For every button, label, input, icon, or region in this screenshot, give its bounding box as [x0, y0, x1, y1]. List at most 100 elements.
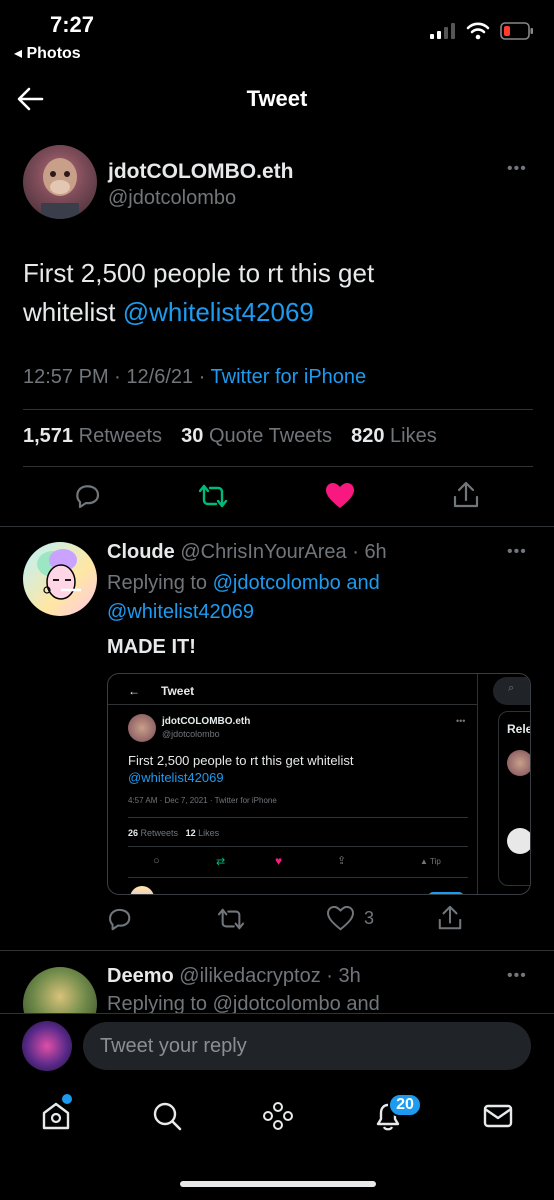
replying-to: Replying to @jdotcolombo and @whitelist4…	[107, 569, 380, 627]
embed-reply-icon: ○	[153, 855, 160, 867]
mail-icon	[483, 1104, 513, 1128]
divider	[23, 409, 533, 410]
page-title: Tweet	[246, 86, 308, 111]
embed-side-label: Rele	[507, 722, 531, 736]
share-icon	[438, 905, 462, 930]
retweet-icon	[217, 908, 245, 930]
tab-spaces[interactable]	[262, 1100, 294, 1132]
reply-handle[interactable]: @ChrisInYourArea	[180, 541, 346, 563]
tab-search[interactable]	[151, 1100, 183, 1132]
embed-text: First 2,500 people to rt this get whitel…	[128, 753, 354, 768]
heart-filled-icon	[326, 483, 354, 508]
reply-input[interactable]: Tweet your reply	[83, 1022, 531, 1070]
tweet-mention-link[interactable]: @whitelist42069	[123, 297, 314, 327]
notifications-badge-count: 20	[396, 1096, 414, 1113]
embed-handle: @jdotcolombo	[162, 729, 220, 739]
more-options-icon[interactable]: •••	[507, 160, 527, 178]
embed-side-avatar-1	[507, 750, 530, 776]
ape-avatar-icon	[41, 158, 79, 219]
embed-divider	[128, 877, 468, 878]
tweet-text-line2: whitelist	[23, 297, 116, 327]
reply-like-button[interactable]: 3	[327, 906, 374, 931]
cartoon-avatar-icon	[37, 549, 81, 600]
embed-stats: 26 Retweets 12 Likes	[128, 828, 219, 838]
reply-header: Cloude @ChrisInYourArea · 6h	[107, 541, 387, 563]
heart-outline-icon	[327, 906, 354, 931]
embed-divider	[128, 846, 468, 847]
reply-attached-image[interactable]: ← Tweet jdotCOLOMBO.eth @jdotcolombo •••…	[107, 673, 531, 895]
replying-to-mention-2[interactable]: @whitelist42069	[107, 601, 254, 623]
embed-side-avatar-2	[507, 828, 530, 854]
embed-back-arrow: ←	[128, 684, 140, 698]
retweet-active-icon	[198, 484, 228, 508]
embed-next-button	[428, 892, 464, 894]
reply-author-avatar[interactable]	[23, 542, 97, 616]
home-icon	[42, 1102, 70, 1130]
reply2-replying-to: Replying to @jdotcolombo and	[107, 993, 380, 1013]
embed-more-icon: •••	[456, 716, 466, 726]
reply-button[interactable]	[74, 482, 102, 510]
my-avatar[interactable]	[22, 1021, 72, 1071]
share-icon	[453, 481, 479, 508]
tab-notifications[interactable]: 20	[372, 1093, 422, 1132]
author-avatar[interactable]	[23, 145, 97, 219]
tweet-source-link[interactable]: Twitter for iPhone	[211, 366, 367, 388]
tab-messages[interactable]	[482, 1102, 514, 1130]
embed-tip-label: Tip	[430, 857, 441, 866]
tweet-time: 12:57 PM	[23, 366, 109, 388]
reply-share-button[interactable]	[437, 904, 463, 932]
embed-title: Tweet	[161, 684, 195, 698]
reply-reply-button[interactable]	[107, 906, 133, 932]
reply-icon	[76, 485, 100, 509]
wifi-icon	[466, 22, 490, 40]
back-to-photos-link[interactable]: ◂ Photos	[14, 43, 81, 63]
reply-icon	[109, 908, 131, 931]
embed-heart-icon: ♥	[275, 854, 283, 868]
reply-like-count: 3	[364, 908, 375, 928]
embed-rt-count: 26	[128, 828, 139, 838]
retweet-button[interactable]	[198, 482, 228, 510]
reply-text: MADE IT!	[107, 636, 196, 658]
tweet-date: 12/6/21	[126, 366, 194, 388]
likes-stat[interactable]: 820 Likes	[351, 425, 437, 447]
reply2-age: 3h	[338, 965, 361, 987]
embed-meta: 4:57 AM · Dec 7, 2021 · Twitter for iPho…	[128, 796, 277, 805]
reply-more-options-icon[interactable]: •••	[507, 543, 527, 561]
replying-to-label: Replying to	[107, 572, 208, 594]
reply-display-name[interactable]: Cloude	[107, 541, 175, 563]
divider	[23, 466, 533, 467]
embed-side-panel	[498, 711, 530, 886]
share-button[interactable]	[452, 480, 480, 510]
tweet-meta: 12:57 PM · 12/6/21 · Twitter for iPhone	[23, 366, 367, 388]
quotes-count: 30	[181, 425, 204, 447]
tweet-text-line1: First 2,500 people to rt this get	[23, 258, 375, 288]
quote-tweets-stat[interactable]: 30 Quote Tweets	[181, 425, 332, 447]
spaces-icon	[263, 1102, 293, 1130]
divider	[0, 526, 554, 527]
reply2-more-options-icon[interactable]: •••	[507, 967, 527, 985]
embed-name: jdotCOLOMBO.eth	[162, 716, 251, 727]
author-display-name[interactable]: jdotCOLOMBO.eth	[108, 160, 293, 184]
retweets-count: 1,571	[23, 425, 74, 447]
home-indicator[interactable]	[180, 1181, 376, 1187]
tab-home[interactable]	[40, 1094, 72, 1132]
reply2-author-avatar[interactable]	[23, 967, 97, 1013]
like-button[interactable]	[325, 482, 355, 510]
embed-divider	[108, 704, 478, 705]
reply2-display-name[interactable]: Deemo	[107, 965, 174, 987]
reply-retweet-button[interactable]	[217, 906, 245, 932]
embed-avatar	[128, 714, 156, 742]
embed-retweet-icon: ⇄	[216, 856, 226, 868]
embed-search-icon: ⌕	[508, 682, 515, 694]
replying-to-mention-1[interactable]: @jdotcolombo and	[213, 572, 380, 594]
retweets-stat[interactable]: 1,571 Retweets	[23, 425, 162, 447]
status-time: 7:27	[50, 12, 95, 37]
battery-low-icon	[500, 22, 533, 40]
reply2-handle[interactable]: @ilikedacryptoz	[179, 965, 320, 987]
author-handle[interactable]: @jdotcolombo	[108, 187, 236, 210]
embed-like-count: 12	[185, 828, 196, 838]
embed-divider	[128, 817, 468, 818]
embed-tip-button: ▲ Tip	[420, 857, 441, 866]
engagement-stats: 1,571 Retweets 30 Quote Tweets 820 Likes	[23, 425, 437, 448]
embed-rt-label: Retweets	[140, 828, 179, 838]
